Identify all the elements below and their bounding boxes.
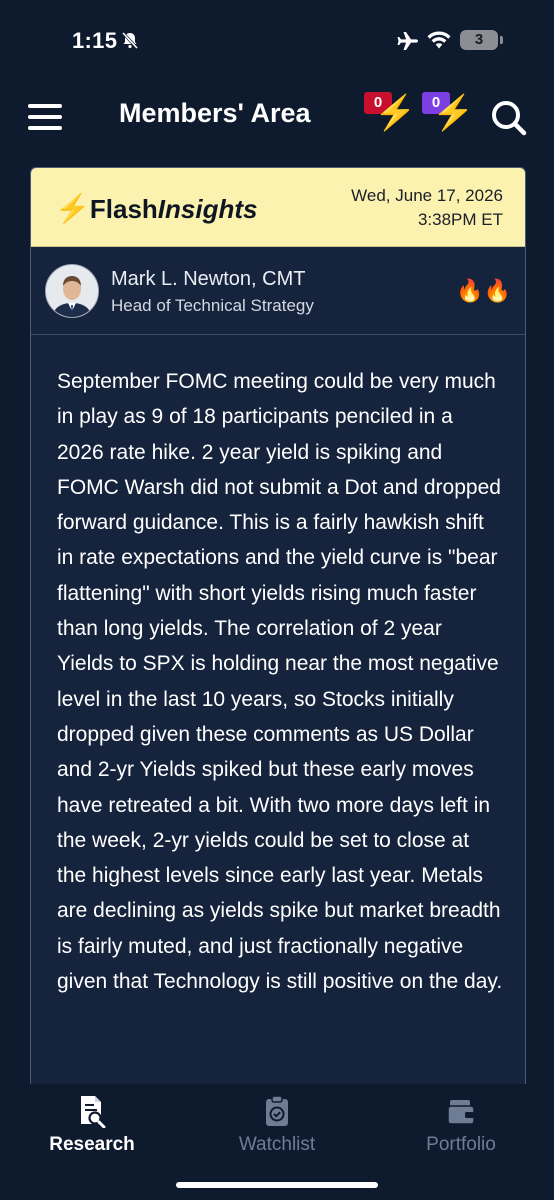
flashinsights-logo: ⚡FlashInsights — [55, 193, 258, 224]
page-title: Members' Area — [119, 98, 311, 128]
flash-insight-card: ⚡FlashInsights Wed, June 17, 2026 3:38PM… — [30, 167, 526, 1089]
tab-watchlist-label: Watchlist — [238, 1134, 316, 1155]
tab-watchlist[interactable]: Watchlist — [207, 1094, 347, 1164]
flash-alerts-purple-button[interactable]: 0 ⚡ — [422, 88, 478, 140]
battery-level: 3 — [460, 30, 498, 50]
search-icon[interactable] — [490, 99, 528, 142]
fire-icon: 🔥🔥 — [456, 278, 511, 303]
author-role: Head of Technical Strategy — [111, 296, 314, 315]
hamburger-menu-icon[interactable] — [28, 104, 62, 130]
lightning-bolt-icon: ⚡ — [374, 94, 417, 132]
bell-slash-icon — [121, 31, 139, 54]
tab-research[interactable]: Research — [22, 1094, 162, 1164]
lightning-bolt-icon: ⚡ — [55, 193, 90, 224]
insight-body-text: September FOMC meeting could be very muc… — [57, 370, 503, 994]
home-indicator — [176, 1182, 378, 1188]
lightning-bolt-icon: ⚡ — [432, 94, 475, 132]
avatar — [45, 264, 99, 318]
author-name: Mark L. Newton, CMT — [111, 268, 306, 290]
status-bar: 1:15 3 — [0, 0, 554, 84]
watchlist-icon — [266, 1095, 288, 1126]
tab-research-label: Research — [49, 1134, 135, 1155]
tab-portfolio-label: Portfolio — [426, 1134, 496, 1155]
post-date: Wed, June 17, 2026 — [351, 186, 503, 205]
portfolio-icon — [447, 1100, 475, 1125]
post-time: 3:38PM ET — [417, 210, 503, 229]
author-row[interactable]: Mark L. Newton, CMT Head of Technical St… — [31, 248, 525, 335]
research-icon — [81, 1096, 106, 1128]
battery-tip — [500, 36, 503, 44]
tab-portfolio[interactable]: Portfolio — [391, 1094, 531, 1164]
flash-alerts-red-button[interactable]: 0 ⚡ — [364, 88, 420, 140]
post-datetime: Wed, June 17, 2026 3:38PM ET — [351, 184, 503, 232]
wifi-icon — [426, 30, 452, 55]
card-header: ⚡FlashInsights Wed, June 17, 2026 3:38PM… — [31, 168, 525, 247]
status-time: 1:15 — [72, 28, 118, 53]
airplane-icon — [396, 30, 420, 57]
